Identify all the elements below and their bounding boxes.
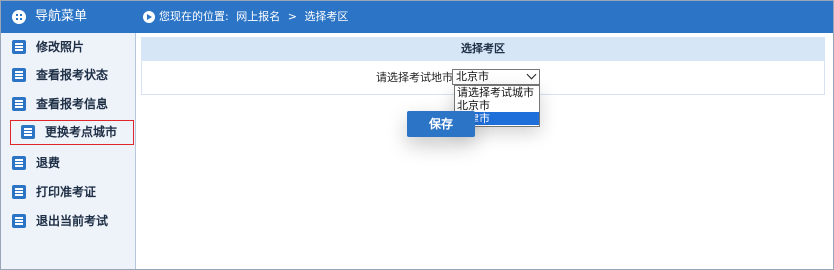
sidebar-item-label: 更换考点城市 bbox=[45, 125, 118, 139]
panel-title: 选择考区 bbox=[141, 37, 825, 61]
sidebar-item-registration-status[interactable]: 查看报考状态 bbox=[1, 63, 135, 87]
sidebar-item-change-exam-city[interactable]: 更换考点城市 bbox=[10, 120, 134, 145]
sidebar-item-label: 退出当前考试 bbox=[36, 214, 109, 228]
breadcrumb: 您现在的位置: 网上报名 > 选择考区 bbox=[159, 10, 352, 24]
list-icon bbox=[12, 185, 26, 199]
list-icon bbox=[12, 40, 26, 54]
sidebar-item-registration-info[interactable]: 查看报考信息 bbox=[1, 92, 135, 116]
list-icon bbox=[12, 68, 26, 82]
breadcrumb-bar: 您现在的位置: 网上报名 > 选择考区 bbox=[135, 1, 833, 33]
sidebar-item-refund[interactable]: 退费 bbox=[1, 151, 135, 175]
sidebar: 导航菜单 修改照片 查看报考状态 查看报考信息 更换考点城市 退费 打印准考证 bbox=[1, 1, 136, 269]
exam-city-label: 请选择考试地市 bbox=[376, 71, 453, 84]
nav-menu-header: 导航菜单 bbox=[1, 1, 135, 33]
sidebar-item-label: 查看报考状态 bbox=[36, 68, 109, 82]
exam-city-select[interactable]: 北京市 bbox=[452, 69, 540, 85]
sidebar-item-label: 退费 bbox=[36, 156, 61, 170]
list-icon bbox=[12, 156, 26, 170]
list-icon bbox=[21, 125, 35, 139]
option-please-select[interactable]: 请选择考试城市 bbox=[455, 86, 539, 99]
breadcrumb-prefix: 您现在的位置: bbox=[159, 10, 229, 23]
sidebar-item-exit-exam[interactable]: 退出当前考试 bbox=[1, 209, 135, 233]
save-button[interactable]: 保存 bbox=[407, 111, 475, 137]
sidebar-item-label: 查看报考信息 bbox=[36, 97, 109, 111]
sidebar-item-print-admission-ticket[interactable]: 打印准考证 bbox=[1, 180, 135, 204]
chevron-down-icon bbox=[526, 69, 537, 80]
sidebar-item-label: 修改照片 bbox=[36, 40, 85, 54]
breadcrumb-select-exam-area: 选择考区 bbox=[304, 10, 349, 23]
sidebar-item-label: 打印准考证 bbox=[36, 185, 97, 199]
sidebar-item-edit-photo[interactable]: 修改照片 bbox=[1, 35, 135, 59]
grid-icon bbox=[12, 10, 26, 24]
list-icon bbox=[12, 97, 26, 111]
breadcrumb-separator: > bbox=[287, 10, 297, 23]
breadcrumb-online-registration: 网上报名 bbox=[236, 10, 281, 23]
nav-menu-title: 导航菜单 bbox=[35, 9, 88, 24]
exam-city-select-value: 北京市 bbox=[456, 70, 489, 83]
play-circle-icon bbox=[143, 11, 155, 23]
list-icon bbox=[12, 214, 26, 228]
